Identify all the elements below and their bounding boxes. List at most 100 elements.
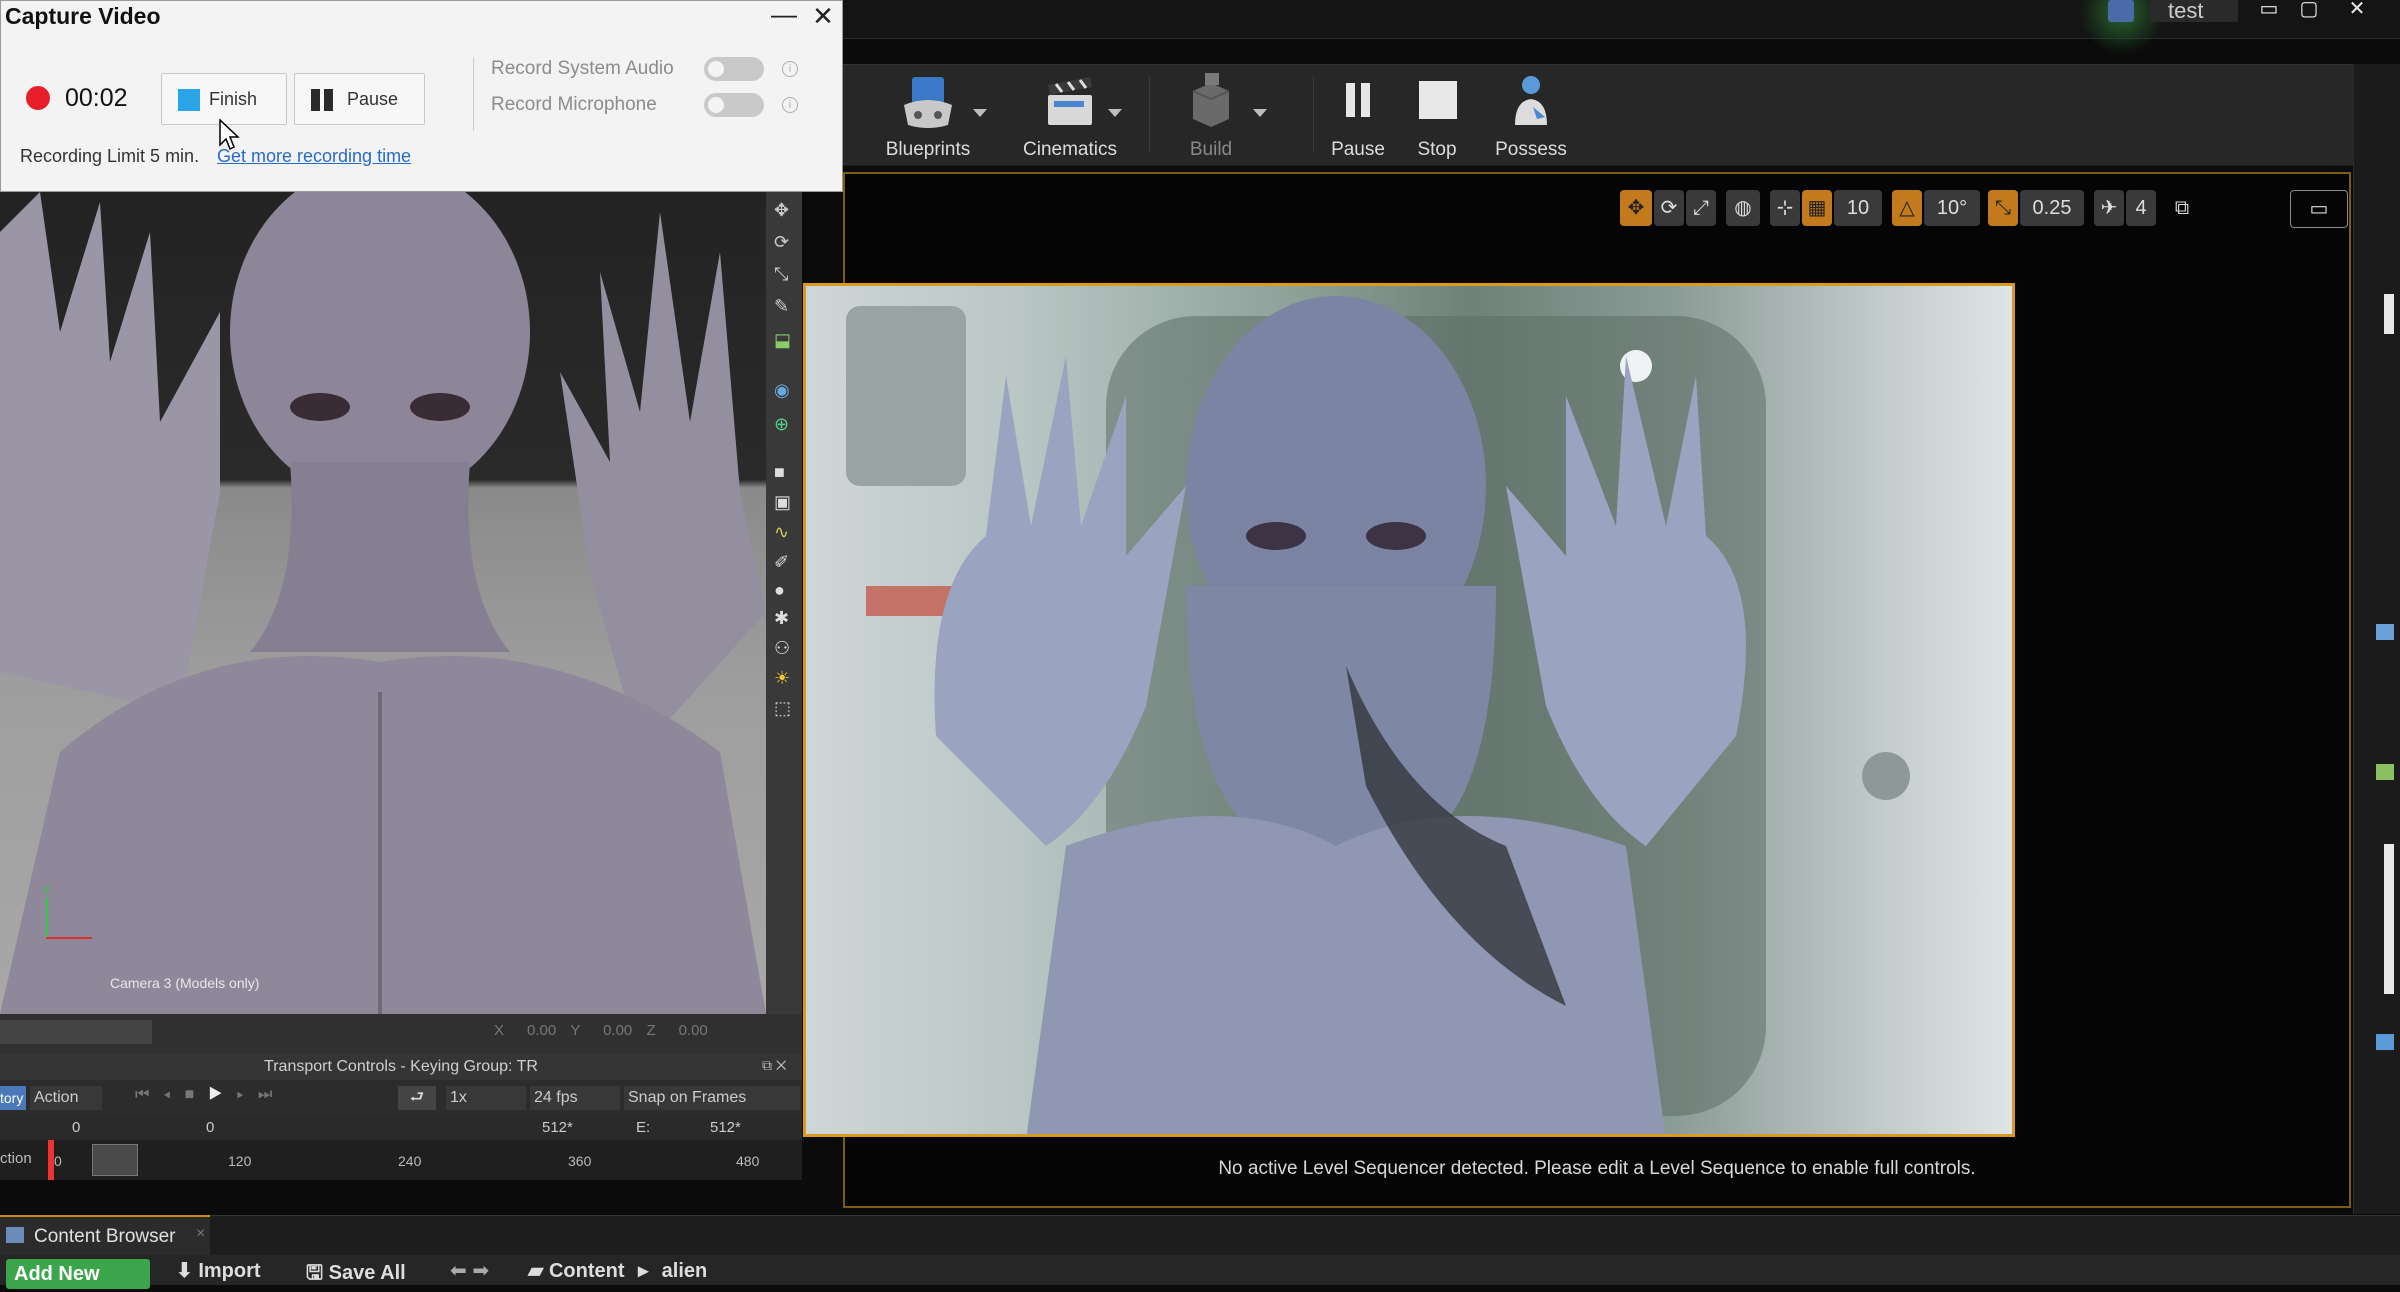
rotate-tool-icon[interactable]: ⟳ bbox=[1654, 190, 1684, 226]
joint-tool-icon[interactable]: ✱ bbox=[774, 608, 794, 628]
cube-outline-icon[interactable]: ▣ bbox=[774, 492, 794, 512]
history-back-icon[interactable]: ⬅ ➡ bbox=[450, 1258, 489, 1283]
previous-frame-icon[interactable]: ◂ bbox=[163, 1086, 184, 1103]
end-frame-field[interactable]: 512* bbox=[542, 1119, 573, 1136]
content-browser-tab-label: Content Browser bbox=[34, 1226, 176, 1247]
panel-icon[interactable] bbox=[2376, 764, 2394, 780]
frame-tool-icon[interactable]: ⬚ bbox=[774, 698, 794, 718]
rotate-tool-icon[interactable]: ⟳ bbox=[774, 232, 794, 252]
stop-icon[interactable]: ■ bbox=[185, 1086, 209, 1103]
cinematic-viewport-frame bbox=[803, 283, 2015, 1137]
group-tool-icon[interactable]: ⚇ bbox=[774, 638, 794, 658]
breadcrumb-alien[interactable]: alien bbox=[662, 1260, 708, 1282]
timeline-range-thumb[interactable] bbox=[92, 1144, 138, 1176]
z-coordinate-value[interactable]: 0.00 bbox=[660, 1022, 708, 1039]
scale-tool-icon[interactable]: ⤡ bbox=[774, 264, 794, 284]
blueprints-dropdown-icon[interactable] bbox=[973, 109, 987, 117]
speed-dropdown[interactable]: 1x bbox=[446, 1086, 526, 1110]
timeline-tick: 480 bbox=[736, 1153, 760, 1169]
close-icon[interactable]: ✕ bbox=[807, 1, 839, 33]
cinematics-dropdown-icon[interactable] bbox=[1108, 109, 1122, 117]
move-tool-icon[interactable]: ✥ bbox=[774, 200, 794, 220]
curve-tool-icon[interactable]: ∿ bbox=[774, 522, 794, 542]
build-button[interactable]: Build bbox=[1161, 71, 1261, 161]
close-icon[interactable]: ✕ bbox=[2338, 0, 2376, 20]
e-label: E: bbox=[636, 1119, 651, 1136]
scale-snap-icon[interactable]: ⤡ bbox=[1988, 190, 2018, 226]
panel-float-icon[interactable]: ⧉ ✕ bbox=[762, 1057, 787, 1074]
pause-play-button[interactable]: Pause bbox=[1319, 71, 1397, 161]
brush-tool-icon[interactable]: ✐ bbox=[774, 552, 794, 572]
content-browser-tab[interactable]: Content Browser × bbox=[0, 1215, 210, 1255]
details-panel-edge bbox=[2353, 64, 2400, 1214]
scale-tool-icon[interactable]: ⤢ bbox=[1686, 190, 1716, 226]
timeline-ruler[interactable]: ction 0 120 240 360 480 bbox=[0, 1140, 802, 1180]
finish-button[interactable]: Finish bbox=[161, 73, 287, 125]
pivot-tool-icon[interactable]: ⬓ bbox=[774, 330, 794, 350]
mode-dropdown[interactable]: Action bbox=[30, 1086, 102, 1110]
loop-icon[interactable]: ⮐ bbox=[398, 1086, 436, 1110]
save-all-button[interactable]: 🖫 Save All bbox=[306, 1258, 406, 1292]
current-frame-field[interactable]: 0 bbox=[72, 1119, 80, 1136]
sun-icon[interactable]: ☀ bbox=[774, 668, 794, 688]
sphere-icon[interactable]: ● bbox=[774, 580, 794, 600]
x-coordinate-value[interactable]: 0.00 bbox=[508, 1022, 556, 1039]
snap-dropdown[interactable]: Snap on Frames bbox=[624, 1086, 800, 1110]
viewport-layout-icon[interactable]: ▭ bbox=[2290, 190, 2348, 228]
import-button[interactable]: ⬇ Import bbox=[176, 1258, 261, 1283]
y-coordinate-value[interactable]: 0.00 bbox=[584, 1022, 632, 1039]
build-dropdown-icon[interactable] bbox=[1253, 109, 1267, 117]
possess-button[interactable]: Possess bbox=[1477, 71, 1585, 161]
paint-tool-icon[interactable]: ✎ bbox=[774, 296, 794, 316]
maximize-icon[interactable]: ▢ bbox=[2290, 0, 2328, 20]
next-frame-icon[interactable]: ▸ bbox=[237, 1086, 258, 1103]
import-label: Import bbox=[198, 1260, 261, 1282]
go-to-end-icon[interactable]: ⏭ bbox=[258, 1086, 286, 1103]
coordinate-bar: X 0.00 Y 0.00 Z 0.00 bbox=[0, 1014, 802, 1054]
history-tab[interactable]: tory bbox=[0, 1086, 26, 1110]
pause-button[interactable]: Pause bbox=[294, 73, 425, 125]
stop-button[interactable]: Stop bbox=[1399, 71, 1475, 161]
e-frame-field[interactable]: 512* bbox=[710, 1119, 741, 1136]
coordinate-fields[interactable]: X 0.00 Y 0.00 Z 0.00 bbox=[494, 1022, 708, 1039]
minimize-icon[interactable]: ▭ bbox=[2250, 0, 2288, 20]
model-viewport[interactable]: Y Camera 3 (Models only) bbox=[0, 192, 766, 1014]
maximize-viewport-icon[interactable]: ⧉ bbox=[2168, 190, 2196, 226]
world-space-icon[interactable]: ◍ bbox=[1726, 190, 1760, 226]
content-browser-toolbar: Add New ⬇ Import 🖫 Save All ⬅ ➡ ▰ Conten… bbox=[0, 1255, 2400, 1289]
surface-snap-icon[interactable]: ⊹ bbox=[1770, 190, 1800, 226]
light-tool-icon[interactable]: ◉ bbox=[774, 380, 794, 400]
target-tool-icon[interactable]: ⊕ bbox=[774, 414, 794, 434]
panel-icon[interactable] bbox=[2376, 1034, 2394, 1050]
panel-icon[interactable] bbox=[2376, 624, 2394, 640]
project-name[interactable]: test bbox=[2150, 0, 2238, 22]
microphone-info-icon[interactable]: i bbox=[782, 97, 798, 113]
get-more-recording-time-link[interactable]: Get more recording time bbox=[217, 146, 411, 167]
start-frame-field[interactable]: 0 bbox=[206, 1119, 214, 1136]
scale-snap-value[interactable]: 0.25 bbox=[2020, 190, 2084, 226]
fps-dropdown[interactable]: 24 fps bbox=[530, 1086, 620, 1110]
minimize-icon[interactable]: — bbox=[765, 1, 803, 33]
rotation-snap-value[interactable]: 10° bbox=[1924, 190, 1980, 226]
cube-icon[interactable]: ■ bbox=[774, 462, 794, 482]
translate-tool-icon[interactable]: ✥ bbox=[1620, 190, 1652, 226]
folder-icon: ▰ bbox=[528, 1260, 544, 1282]
grid-snap-icon[interactable]: ▦ bbox=[1802, 190, 1832, 226]
go-to-start-icon[interactable]: ⏮ bbox=[135, 1086, 163, 1103]
blueprints-button[interactable]: Blueprints bbox=[873, 71, 983, 161]
rotation-snap-icon[interactable]: △ bbox=[1892, 190, 1922, 226]
breadcrumb-content[interactable]: Content bbox=[549, 1260, 625, 1282]
camera-speed-icon[interactable]: ✈ bbox=[2094, 190, 2124, 226]
record-system-audio-toggle[interactable] bbox=[704, 57, 764, 81]
play-icon[interactable]: ▶ bbox=[208, 1086, 236, 1103]
record-microphone-toggle[interactable] bbox=[704, 93, 764, 117]
timeline-tick: 120 bbox=[228, 1153, 252, 1169]
scrollbar-thumb[interactable] bbox=[2384, 294, 2394, 334]
system-audio-info-icon[interactable]: i bbox=[782, 61, 798, 77]
grid-snap-value[interactable]: 10 bbox=[1834, 190, 1882, 226]
camera-speed-value[interactable]: 4 bbox=[2126, 190, 2156, 226]
tab-close-icon[interactable]: × bbox=[196, 1225, 205, 1243]
timeline-tick: 360 bbox=[568, 1153, 592, 1169]
scrollbar-thumb[interactable] bbox=[2384, 844, 2394, 994]
cinematics-label: Cinematics bbox=[1023, 139, 1117, 160]
